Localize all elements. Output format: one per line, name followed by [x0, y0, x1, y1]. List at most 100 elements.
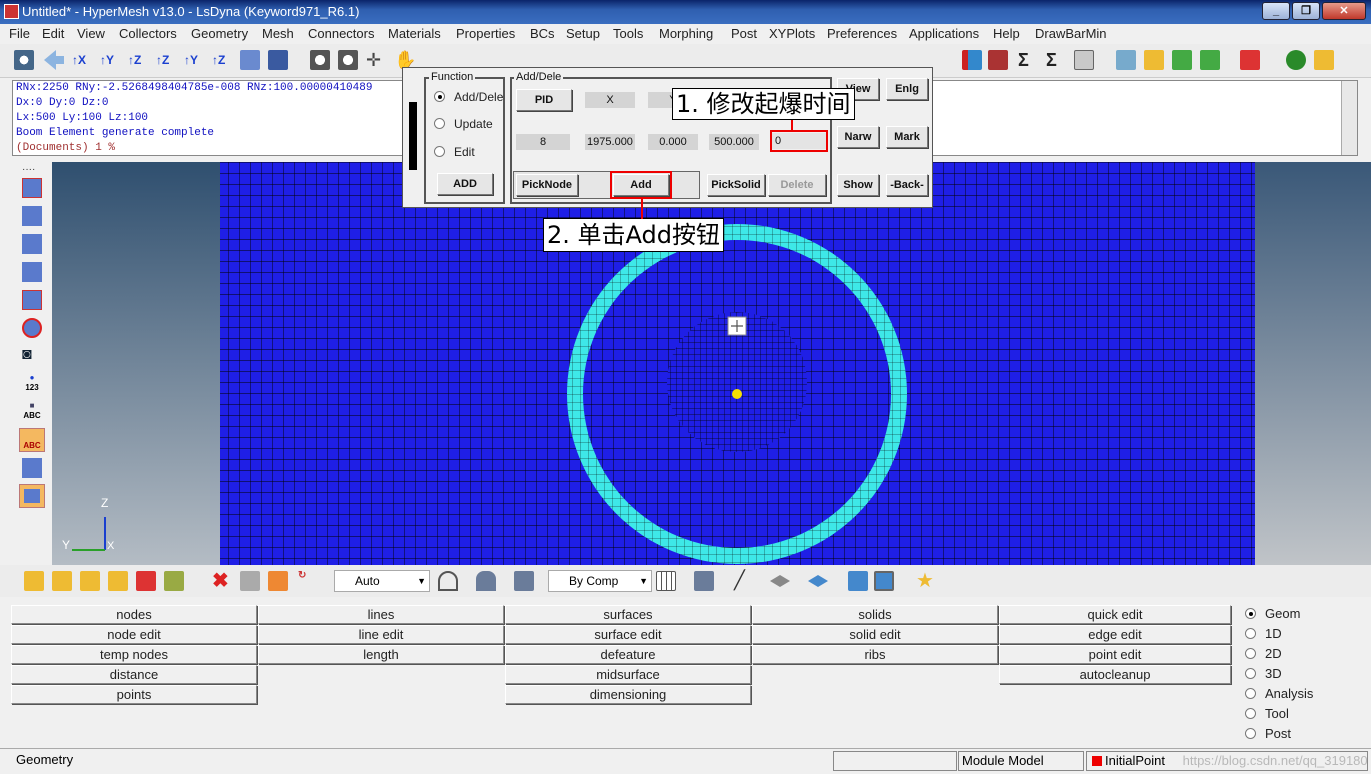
- wireframe-icon[interactable]: [656, 571, 676, 591]
- binoculars-icon[interactable]: ◙: [22, 346, 42, 366]
- star-icon[interactable]: ★: [916, 571, 936, 591]
- panel-surfaces[interactable]: surfaces: [505, 605, 751, 624]
- plane-icon[interactable]: [770, 575, 790, 587]
- vis-mode-select[interactable]: Auto ▼: [334, 570, 430, 592]
- y-value[interactable]: 0.000: [648, 134, 698, 150]
- enlg-button[interactable]: Enlg: [886, 78, 928, 100]
- section-icon[interactable]: [988, 50, 1008, 70]
- view-zx-icon[interactable]: ↑Z: [128, 50, 148, 70]
- zoom-out-icon[interactable]: [338, 50, 358, 70]
- menu-applications[interactable]: Applications: [909, 26, 979, 41]
- radio-post[interactable]: Post: [1245, 726, 1291, 741]
- menu-post[interactable]: Post: [731, 26, 757, 41]
- panel-solids[interactable]: solids: [752, 605, 998, 624]
- surface-icon[interactable]: [808, 575, 828, 587]
- label-active-icon[interactable]: ABC: [19, 428, 45, 452]
- organize-icon[interactable]: [136, 571, 156, 591]
- menu-tools[interactable]: Tools: [613, 26, 643, 41]
- z-value[interactable]: 500.000: [709, 134, 759, 150]
- numbers-icon[interactable]: ● 123: [22, 373, 42, 397]
- menu-preferences[interactable]: Preferences: [827, 26, 897, 41]
- menu-mesh[interactable]: Mesh: [262, 26, 294, 41]
- surface-shade-icon[interactable]: [476, 571, 496, 591]
- unmask-icon[interactable]: [22, 206, 42, 226]
- pid-value[interactable]: 8: [516, 134, 570, 150]
- view-y-icon[interactable]: ↑Y: [100, 50, 120, 70]
- panel-defeature[interactable]: defeature: [505, 645, 751, 664]
- menu-xyplots[interactable]: XYPlots: [769, 26, 815, 41]
- menu-morphing[interactable]: Morphing: [659, 26, 713, 41]
- view-x-icon[interactable]: ↑X: [72, 50, 92, 70]
- loadcol-icon[interactable]: [108, 571, 128, 591]
- panel-midsurface[interactable]: midsurface: [505, 665, 751, 684]
- radio-geom[interactable]: Geom: [1245, 606, 1300, 621]
- zoom-in-icon[interactable]: [310, 50, 330, 70]
- x-value[interactable]: 1975.000: [585, 134, 635, 150]
- user-icon[interactable]: [1286, 50, 1306, 70]
- panel-lines[interactable]: lines: [258, 605, 504, 624]
- display-icon[interactable]: [22, 262, 42, 282]
- copy-icon[interactable]: [240, 571, 260, 591]
- panel-point-edit[interactable]: point edit: [999, 645, 1231, 664]
- panel-dimensioning[interactable]: dimensioning: [505, 685, 751, 704]
- minimize-button[interactable]: _: [1262, 2, 1290, 20]
- model-tree-icon[interactable]: [1116, 50, 1136, 70]
- panel-length[interactable]: length: [258, 645, 504, 664]
- menu-drawbarmin[interactable]: DrawBarMin: [1035, 26, 1107, 41]
- menu-properties[interactable]: Properties: [456, 26, 515, 41]
- radio-3d[interactable]: 3D: [1245, 666, 1282, 681]
- rotate-left-icon[interactable]: [44, 50, 64, 70]
- radio-1d[interactable]: 1D: [1245, 626, 1282, 641]
- shading-icon[interactable]: [438, 571, 458, 591]
- add-button-left[interactable]: ADD: [437, 173, 493, 195]
- panel-surface-edit[interactable]: surface edit: [505, 625, 751, 644]
- move-icon[interactable]: [268, 571, 288, 591]
- reverse-icon[interactable]: [22, 458, 42, 478]
- panel-nodes[interactable]: nodes: [11, 605, 257, 624]
- view-zy-icon[interactable]: ↑Z: [156, 50, 176, 70]
- view-3d-icon[interactable]: [240, 50, 260, 70]
- back-button[interactable]: -Back-: [886, 174, 928, 196]
- narw-button[interactable]: Narw: [837, 126, 879, 148]
- panel-solid-edit[interactable]: solid edit: [752, 625, 998, 644]
- calculator-icon[interactable]: [1074, 50, 1094, 70]
- panel-ribs[interactable]: ribs: [752, 645, 998, 664]
- color-by-select[interactable]: By Comp ▼: [548, 570, 652, 592]
- command-scrollbar[interactable]: [1341, 81, 1357, 155]
- shaded-mesh-icon[interactable]: [694, 571, 714, 591]
- view-cube-icon[interactable]: [268, 50, 288, 70]
- sum-icon[interactable]: Σ: [1018, 50, 1038, 70]
- panel-node-edit[interactable]: node edit: [11, 625, 257, 644]
- isolate-icon[interactable]: [22, 290, 42, 310]
- shaded-icon[interactable]: [19, 484, 45, 508]
- delete-button[interactable]: Delete: [768, 174, 826, 196]
- menu-setup[interactable]: Setup: [566, 26, 600, 41]
- panel-quick-edit[interactable]: quick edit: [999, 605, 1231, 624]
- property-icon[interactable]: [52, 571, 72, 591]
- menu-materials[interactable]: Materials: [388, 26, 441, 41]
- radio-add-dele[interactable]: Add/Dele: [434, 90, 503, 104]
- picknode-button[interactable]: PickNode: [516, 174, 578, 196]
- status-point[interactable]: InitialPoint https://blog.csdn.net/qq_31…: [1086, 751, 1368, 771]
- view-front-icon[interactable]: ↑Z: [212, 50, 232, 70]
- menu-help[interactable]: Help: [993, 26, 1020, 41]
- monitor-icon[interactable]: [874, 571, 894, 591]
- solid-icon[interactable]: [514, 571, 534, 591]
- export-icon[interactable]: [1240, 50, 1260, 70]
- renumber-icon[interactable]: ↻: [298, 571, 318, 591]
- menu-geometry[interactable]: Geometry: [191, 26, 248, 41]
- detonation-point[interactable]: [732, 389, 742, 399]
- show-button[interactable]: Show: [837, 174, 879, 196]
- assembly-icon[interactable]: [1144, 50, 1164, 70]
- clip-icon[interactable]: [962, 50, 982, 70]
- restore-button[interactable]: ❐: [1292, 2, 1320, 20]
- mark-button[interactable]: Mark: [886, 126, 928, 148]
- radio-edit[interactable]: Edit: [434, 145, 475, 159]
- sum-error-icon[interactable]: Σ: [1046, 50, 1066, 70]
- menu-view[interactable]: View: [77, 26, 105, 41]
- panel-distance[interactable]: distance: [11, 665, 257, 684]
- folder-icon[interactable]: [1314, 50, 1334, 70]
- component-icon[interactable]: [24, 571, 44, 591]
- menu-bcs[interactable]: BCs: [530, 26, 555, 41]
- panel-autocleanup[interactable]: autocleanup: [999, 665, 1231, 684]
